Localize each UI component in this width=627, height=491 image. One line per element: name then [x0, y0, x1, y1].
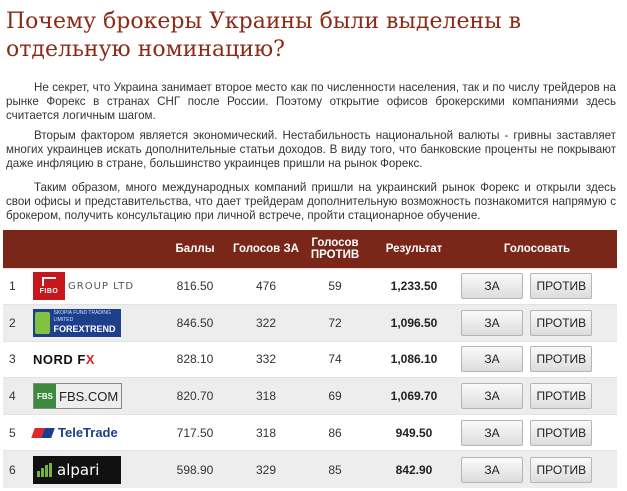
forextrend-logo-mark: SKOPIA FUND TRADING LIMITED FOREXTREND — [33, 308, 121, 337]
table-row: 2 SKOPIA FUND TRADING LIMITED FOREXTREND… — [3, 304, 617, 342]
row-rank: 2 — [3, 304, 33, 342]
vote-against-button[interactable]: ПРОТИВ — [530, 419, 593, 446]
row-result: 1,069.70 — [371, 377, 457, 415]
row-votes-for: 476 — [233, 267, 299, 305]
row-result: 1,233.50 — [371, 267, 457, 305]
vote-for-button[interactable]: ЗА — [461, 456, 523, 483]
vote-for-button[interactable]: ЗА — [461, 383, 523, 410]
row-score: 717.50 — [157, 413, 233, 451]
fibo-logo-mark: FIBO — [33, 272, 65, 301]
row-result: 842.90 — [371, 450, 457, 488]
teletrade-logo[interactable]: TeleTrade — [31, 419, 157, 447]
row-vote-cell: ЗА ПРОТИВ — [457, 377, 617, 415]
vote-against-button[interactable]: ПРОТИВ — [530, 309, 593, 336]
vote-for-button[interactable]: ЗА — [461, 419, 523, 446]
row-votes-for: 332 — [233, 340, 299, 378]
row-vote-cell: ЗА ПРОТИВ — [457, 413, 617, 451]
row-votes-against: 72 — [299, 304, 371, 342]
alpari-logo-text: alpari — [57, 460, 100, 479]
row-votes-against: 85 — [299, 450, 371, 488]
header-rank — [3, 230, 33, 268]
table-row: 3 NORD FX 828.10 332 74 1,086.10 ЗА ПРОТ… — [3, 340, 617, 378]
row-score: 598.90 — [157, 450, 233, 488]
row-votes-against: 69 — [299, 377, 371, 415]
alpari-logo-mark: alpari — [33, 455, 121, 484]
fibo-logo-text: GROUP LTD — [68, 280, 135, 292]
row-rank: 1 — [3, 267, 33, 305]
row-result: 1,096.50 — [371, 304, 457, 342]
row-vote-cell: ЗА ПРОТИВ — [457, 340, 617, 378]
vote-for-button[interactable]: ЗА — [461, 309, 523, 336]
row-vote-cell: ЗА ПРОТИВ — [457, 304, 617, 342]
article-paragraph-3: Таким образом, много международных компа… — [6, 181, 616, 222]
alpari-bars-icon — [37, 462, 53, 477]
alpari-logo[interactable]: alpari — [33, 455, 157, 484]
header-votes-against: Голосов ПРОТИВ — [310, 236, 360, 261]
table-row: 6 alpari 598.90 329 85 842.90 ЗА ПРОТИВ — [3, 450, 617, 488]
vote-for-button[interactable]: ЗА — [461, 346, 523, 373]
row-votes-for: 329 — [233, 450, 299, 488]
article-title: Почему брокеры Украины были выделены в о… — [6, 9, 522, 62]
row-votes-for: 318 — [233, 377, 299, 415]
nordfx-logo[interactable]: NORD FX — [33, 345, 157, 373]
vote-for-button[interactable]: ЗА — [461, 273, 523, 300]
broker-logo-cell[interactable]: FBS FBS.COM — [33, 377, 157, 415]
table-row: 4 FBS FBS.COM 820.70 318 69 1,069.70 ЗА … — [3, 377, 617, 415]
fbs-logo[interactable]: FBS FBS.COM — [33, 382, 157, 410]
header-result: Результат — [385, 242, 443, 255]
broker-logo-cell[interactable]: NORD FX — [33, 340, 157, 378]
row-votes-for: 318 — [233, 413, 299, 451]
row-rank: 3 — [3, 340, 33, 378]
row-rank: 4 — [3, 377, 33, 415]
row-rank: 5 — [3, 413, 33, 451]
header-score: Баллы — [175, 242, 215, 255]
row-result: 949.50 — [371, 413, 457, 451]
row-score: 846.50 — [157, 304, 233, 342]
row-votes-against: 74 — [299, 340, 371, 378]
row-score: 816.50 — [157, 267, 233, 305]
forextrend-icon — [35, 311, 51, 334]
vote-against-button[interactable]: ПРОТИВ — [530, 346, 593, 373]
fbs-logo-text: FBS.COM — [59, 388, 119, 404]
broker-logo-cell[interactable]: TeleTrade — [31, 413, 157, 451]
row-score: 828.10 — [157, 340, 233, 378]
row-score: 820.70 — [157, 377, 233, 415]
table-header-row: Баллы Голосов ЗА Голосов ПРОТИВ Результа… — [3, 230, 617, 268]
header-vote: Голосовать — [503, 242, 571, 255]
row-votes-against: 59 — [299, 267, 371, 305]
broker-logo-cell[interactable]: SKOPIA FUND TRADING LIMITED FOREXTREND — [33, 304, 157, 342]
teletrade-logo-text: TeleTrade — [58, 425, 118, 441]
forextrend-logo[interactable]: SKOPIA FUND TRADING LIMITED FOREXTREND — [33, 308, 157, 337]
article-paragraph-1: Не секрет, что Украина занимает второе м… — [6, 81, 616, 122]
vote-against-button[interactable]: ПРОТИВ — [530, 456, 593, 483]
row-result: 1,086.10 — [371, 340, 457, 378]
broker-rating-table: Баллы Голосов ЗА Голосов ПРОТИВ Результа… — [3, 230, 617, 488]
vote-against-button[interactable]: ПРОТИВ — [530, 383, 593, 410]
article-paragraph-2: Вторым фактором является экономический. … — [6, 129, 616, 170]
row-votes-for: 322 — [233, 304, 299, 342]
fibo-logo[interactable]: FIBO GROUP LTD — [33, 272, 157, 301]
row-rank: 6 — [3, 450, 33, 488]
fbs-logo-mark: FBS — [34, 384, 56, 409]
teletrade-logo-mark — [31, 425, 55, 441]
row-vote-cell: ЗА ПРОТИВ — [457, 450, 617, 488]
vote-against-button[interactable]: ПРОТИВ — [530, 273, 593, 300]
row-vote-cell: ЗА ПРОТИВ — [457, 267, 617, 305]
nordfx-x-mark: X — [85, 351, 96, 367]
broker-logo-cell[interactable]: alpari — [33, 450, 157, 488]
table-row: 1 FIBO GROUP LTD 816.50 476 59 1,233.50 … — [3, 267, 617, 305]
row-votes-against: 86 — [299, 413, 371, 451]
table-row: 5 TeleTrade 717.50 318 86 949.50 ЗА ПРОТ… — [3, 413, 617, 451]
broker-logo-cell[interactable]: FIBO GROUP LTD — [33, 267, 157, 305]
header-votes-for: Голосов ЗА — [233, 242, 299, 255]
header-broker — [33, 230, 157, 268]
